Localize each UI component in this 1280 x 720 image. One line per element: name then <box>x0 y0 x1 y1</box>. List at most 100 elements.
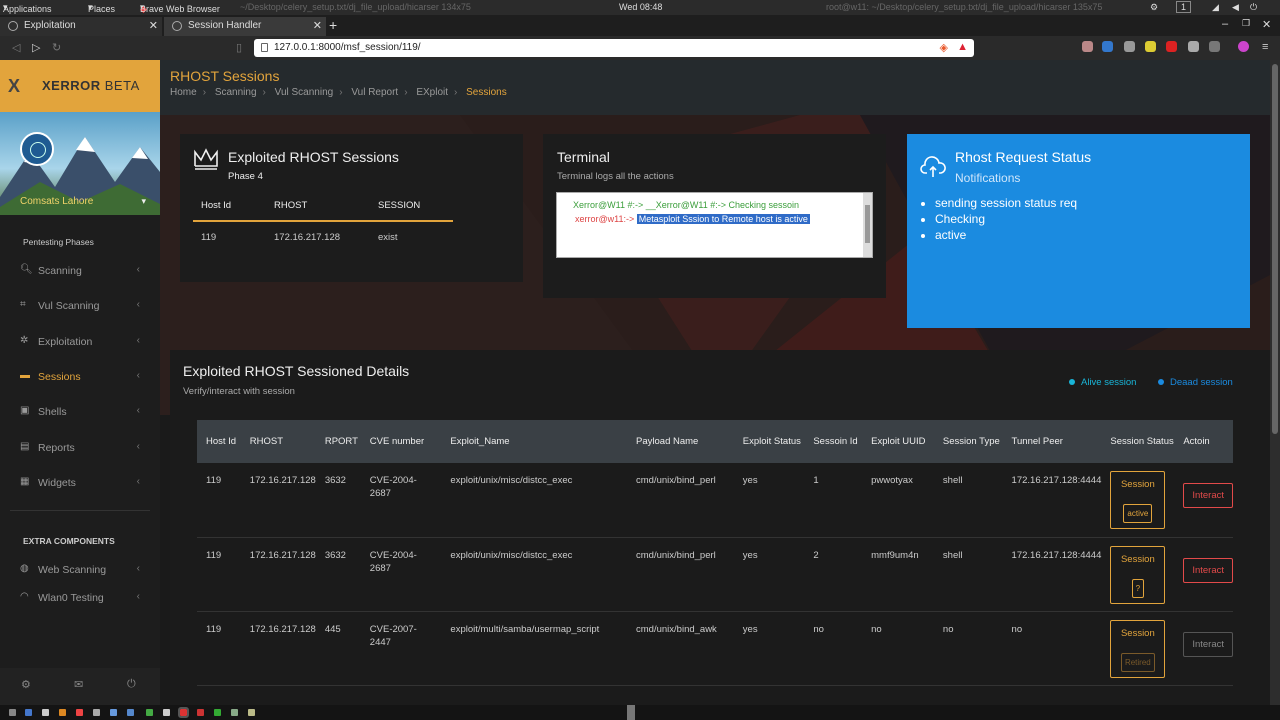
close-tab-icon[interactable]: ✕ <box>149 19 158 32</box>
applications-menu[interactable]: Applications ▾ <box>3 2 52 14</box>
volume-icon[interactable]: ◀ <box>1232 2 1239 13</box>
breadcrumb-home[interactable]: Home <box>170 87 197 98</box>
taskbar-app-icon[interactable] <box>248 709 255 716</box>
profile-avatar[interactable] <box>1238 41 1249 52</box>
sidebar-item-widgets[interactable]: ▦ Widgets ‹ <box>20 475 140 493</box>
power-icon[interactable]: ⏻ <box>1250 2 1257 13</box>
user-name[interactable]: Comsats Lahore <box>20 196 93 207</box>
menu-icon[interactable]: ≡ <box>1262 41 1268 53</box>
power-icon[interactable]: ⏻ <box>127 678 136 691</box>
sidebar-item-wlan0-testing[interactable]: ◠ Wlan0 Testing ‹ <box>20 590 140 608</box>
interact-button[interactable]: Interact <box>1183 557 1233 583</box>
tab-session-handler[interactable]: Session Handler ✕ <box>164 17 326 36</box>
translate-icon[interactable] <box>1102 41 1113 52</box>
taskbar-app-icon[interactable] <box>127 709 134 716</box>
taskbar-app-icon[interactable] <box>93 709 100 716</box>
taskbar-app-icon[interactable] <box>42 709 49 716</box>
taskbar-app-icon[interactable] <box>197 709 204 716</box>
interact-button[interactable]: Interact <box>1183 631 1233 657</box>
breadcrumb-scanning[interactable]: Scanning <box>215 87 257 98</box>
brand-header[interactable]: X XERROR BETA <box>0 60 160 112</box>
mail-icon[interactable]: ✉ <box>74 678 83 691</box>
alive-dot-icon <box>1069 379 1075 385</box>
chevron-left-icon: ‹ <box>136 563 140 574</box>
places-menu[interactable]: Places ▾ <box>88 2 115 14</box>
page-header: RHOST Sessions Home › Scanning › Vul Scann… <box>160 60 1270 115</box>
close-window-button[interactable]: ✕ <box>1262 18 1271 31</box>
card-subtitle: Notifications <box>955 171 1021 185</box>
forward-icon[interactable]: ▷ <box>32 41 40 54</box>
network-icon[interactable]: ◢ <box>1212 2 1219 13</box>
tab-exploitation[interactable]: Exploitation ✕ <box>0 17 162 36</box>
dead-dot-icon <box>1158 379 1164 385</box>
taskbar-app-icon[interactable] <box>59 709 66 716</box>
breadcrumb-vul-scanning[interactable]: Vul Scanning <box>275 87 334 98</box>
maximize-button[interactable]: ❐ <box>1242 18 1250 29</box>
sidebar-item-vul-scanning[interactable]: ⌗ Vul Scanning ‹ <box>20 298 140 316</box>
card-subtitle: Verify/interact with session <box>183 386 295 397</box>
taskbar-app-icon[interactable] <box>178 707 189 718</box>
list-item: Checking <box>935 212 1077 226</box>
taskbar-app-icon[interactable] <box>214 709 221 716</box>
session-id-cell: 1 <box>804 463 863 538</box>
reload-icon[interactable]: ↻ <box>52 41 61 54</box>
taskbar-app-icon[interactable] <box>163 709 170 716</box>
chevron-left-icon: ‹ <box>136 441 140 452</box>
rhost-cell: 172.16.217.128 <box>240 537 316 612</box>
taskbar-app-icon[interactable] <box>146 709 153 716</box>
sidebar-item-reports[interactable]: ▤ Reports ‹ <box>20 440 140 458</box>
session-status-cell: Session Retired <box>1101 611 1175 686</box>
chevron-left-icon: ‹ <box>136 370 140 381</box>
sidebar-item-sessions[interactable]: ▬ Sessions ‹ <box>20 369 140 387</box>
status-badge: Retired <box>1120 652 1155 672</box>
address-bar[interactable]: 127.0.0.1:8000/msf_session/119/ ◈ ▲ <box>254 39 974 57</box>
back-icon[interactable]: ◁ <box>12 41 20 54</box>
taskbar-app-icon[interactable] <box>25 709 32 716</box>
bookmark-icon[interactable]: ▯ <box>236 41 242 54</box>
extension-icon[interactable] <box>1209 41 1220 52</box>
sidebar-item-scanning[interactable]: 🔍︎ Scanning ‹ <box>20 263 140 281</box>
sidebar-item-shells[interactable]: ▣ Shells ‹ <box>20 404 140 422</box>
page-scrollbar[interactable] <box>1270 60 1280 705</box>
chevron-left-icon: ‹ <box>136 591 140 602</box>
workspace-switcher[interactable] <box>627 705 635 720</box>
status-badge: active <box>1123 504 1153 523</box>
breadcrumb-vul-report[interactable]: Vul Report <box>351 87 398 98</box>
close-tab-icon[interactable]: ✕ <box>313 19 322 32</box>
settings-icon[interactable]: ⚙ <box>21 678 31 691</box>
sessioned-details-card: Exploited RHOST Sessioned Details Verify… <box>170 350 1270 710</box>
terminal-log-box[interactable]: Xerror@W11 #:-> __Xerror@W11 #:-> Checki… <box>556 192 873 258</box>
rport-cell: 3632 <box>315 463 361 538</box>
extension-icon[interactable] <box>1145 41 1156 52</box>
user-avatar[interactable] <box>20 132 54 166</box>
tunnel-peer-cell: 172.16.217.128:4444 <box>1002 537 1102 612</box>
clock[interactable]: Wed 08:48 <box>619 2 662 12</box>
taskbar-app-icon[interactable] <box>76 709 83 716</box>
minimize-button[interactable]: – <box>1222 18 1228 30</box>
new-tab-button[interactable]: + <box>329 17 337 33</box>
brave-rewards-icon[interactable]: ▲ <box>957 41 968 53</box>
chevron-down-icon[interactable]: ▾ <box>141 196 146 207</box>
table-row: 119 172.16.217.128 3632 CVE-2004-2687 ex… <box>197 537 1233 612</box>
extension-icon[interactable] <box>1082 41 1093 52</box>
taskbar-app-icon[interactable] <box>231 709 238 716</box>
extension-icon[interactable] <box>1124 41 1135 52</box>
system-tray-icon[interactable]: ⚙ <box>1150 2 1158 13</box>
sidebar-item-exploitation[interactable]: ✲ Exploitation ‹ <box>20 334 140 352</box>
breadcrumb-exploit[interactable]: EXploit <box>416 87 448 98</box>
ghost-window-title: ~/Desktop/celery_setup.txt/dj_file_uploa… <box>240 2 471 12</box>
brave-shield-icon[interactable]: ◈ <box>940 41 948 54</box>
adblock-icon[interactable] <box>1166 41 1177 52</box>
xerror-logo-icon: X <box>8 76 21 96</box>
applications-label: Applications <box>3 4 52 14</box>
interact-button[interactable]: Interact <box>1183 483 1233 508</box>
extension-icon[interactable] <box>1188 41 1199 52</box>
search-icon: 🔍︎ <box>20 264 33 275</box>
taskbar-app-icon[interactable] <box>9 709 16 716</box>
taskbar-app-icon[interactable] <box>110 709 117 716</box>
table-header-row: Host Id RHOST RPORT CVE number Exploit_N… <box>197 420 1233 463</box>
terminal-scrollbar[interactable] <box>863 193 872 257</box>
sidebar-item-web-scanning[interactable]: ◍ Web Scanning ‹ <box>20 562 140 580</box>
browser-menu[interactable]: ◆ Brave Web Browser ▾ <box>140 2 220 14</box>
workspace-indicator[interactable]: 1 <box>1176 1 1192 13</box>
